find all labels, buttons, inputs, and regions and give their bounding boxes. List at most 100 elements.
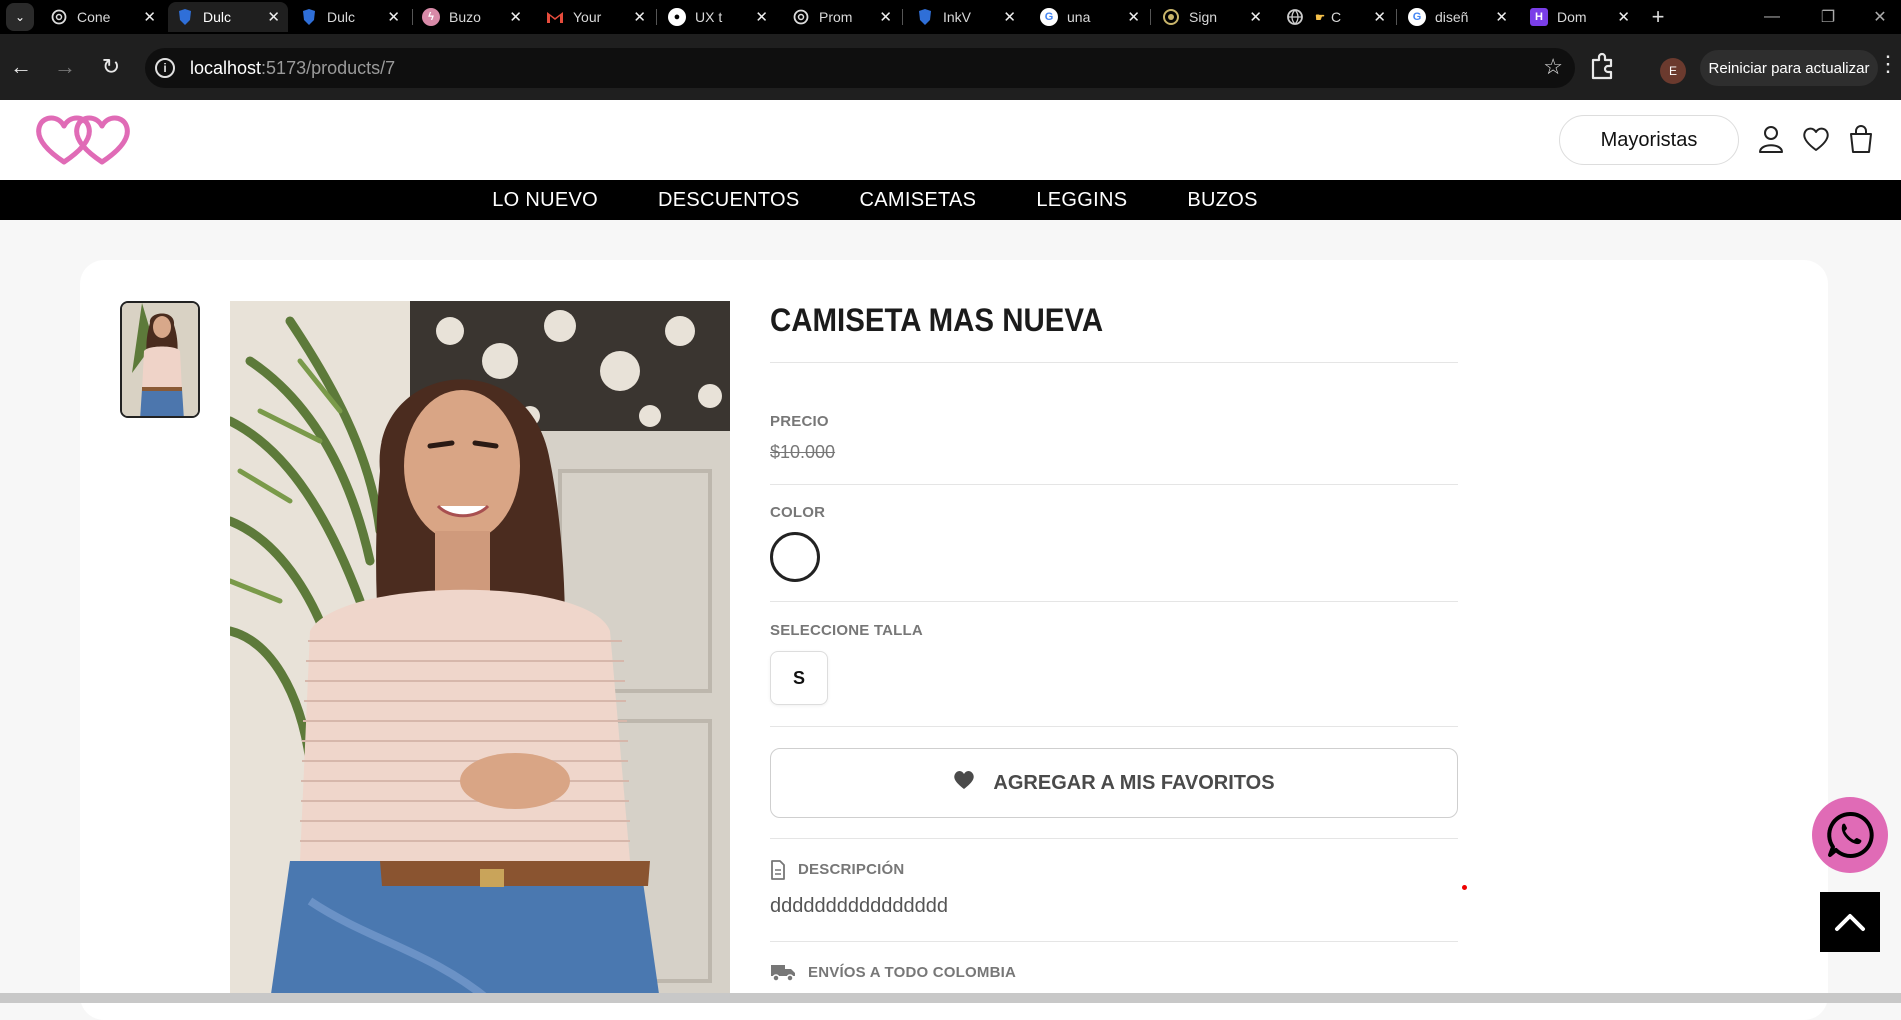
divider <box>770 838 1458 839</box>
tab-label: Your <box>573 9 602 25</box>
close-icon[interactable]: ✕ <box>1373 8 1386 26</box>
shopping-bag-icon[interactable] <box>1846 124 1876 154</box>
reload-icon[interactable]: ↻ <box>94 50 128 84</box>
browser-toolbar: ← → ↻ i localhost:5173/products/7 ☆ E Re… <box>0 34 1901 100</box>
openai-icon <box>50 8 68 26</box>
bookmark-star-icon[interactable]: ☆ <box>1543 54 1563 80</box>
brand-hearts-logo[interactable] <box>34 112 134 168</box>
shield-logo-icon <box>916 8 934 26</box>
price-label: PRECIO <box>770 413 829 430</box>
scroll-to-top-button[interactable] <box>1820 892 1880 952</box>
tab-separator <box>1396 9 1397 25</box>
new-tab-button[interactable]: + <box>1643 3 1673 31</box>
divider <box>770 484 1458 485</box>
user-icon[interactable] <box>1756 124 1786 154</box>
close-icon[interactable]: ✕ <box>267 8 280 26</box>
browser-tab-active[interactable]: Dulc ✕ <box>168 2 288 32</box>
shipping-label: ENVÍOS A TODO COLOMBIA <box>808 964 1017 981</box>
add-to-favorites-label: AGREGAR A MIS FAVORITOS <box>993 771 1275 794</box>
document-icon <box>770 860 786 885</box>
address-bar[interactable]: i localhost:5173/products/7 ☆ <box>145 48 1575 88</box>
window-close-button[interactable]: ✕ <box>1852 0 1901 34</box>
browser-tab[interactable]: Sign ✕ <box>1154 2 1270 32</box>
close-icon[interactable]: ✕ <box>1617 8 1630 26</box>
h-logo-icon: H <box>1530 8 1548 26</box>
tab-separator <box>902 9 903 25</box>
google-icon: G <box>1408 8 1426 26</box>
close-icon[interactable]: ✕ <box>1495 8 1508 26</box>
browser-tab[interactable]: H Dom ✕ <box>1522 2 1638 32</box>
extensions-puzzle-icon[interactable] <box>1586 51 1618 83</box>
shield-logo-icon <box>300 8 318 26</box>
tab-label: Buzo <box>449 9 481 25</box>
wholesale-button[interactable]: Mayoristas <box>1559 115 1739 165</box>
nav-item-buzos[interactable]: BUZOS <box>1187 189 1257 212</box>
horizontal-scrollbar[interactable] <box>0 993 1901 1003</box>
divider <box>770 726 1458 727</box>
close-icon[interactable]: ✕ <box>879 8 892 26</box>
close-icon[interactable]: ✕ <box>755 8 768 26</box>
github-icon: ● <box>668 8 686 26</box>
product-thumbnail[interactable] <box>120 301 200 418</box>
url-host: localhost <box>190 58 262 78</box>
tab-search-button[interactable]: ⌄ <box>6 3 34 31</box>
tab-separator <box>1150 9 1151 25</box>
site-info-icon[interactable]: i <box>155 58 175 78</box>
minimize-button[interactable]: — <box>1744 0 1800 34</box>
indicator-dot <box>1462 885 1467 890</box>
target-icon <box>1162 8 1180 26</box>
close-icon[interactable]: ✕ <box>633 8 646 26</box>
color-label: COLOR <box>770 504 826 521</box>
close-icon[interactable]: ✕ <box>1249 8 1262 26</box>
browser-tab[interactable]: G una ✕ <box>1032 2 1148 32</box>
address-url[interactable]: localhost:5173/products/7 <box>190 58 395 79</box>
tab-label: Dom <box>1557 9 1587 25</box>
divider <box>770 362 1458 363</box>
browser-tab[interactable]: G diseñ ✕ <box>1400 2 1516 32</box>
product-description: dddddddddddddddd <box>770 895 948 917</box>
color-swatch-white[interactable] <box>770 532 820 582</box>
close-icon[interactable]: ✕ <box>1003 8 1016 26</box>
browser-tab[interactable]: ● UX t ✕ <box>660 2 776 32</box>
size-option-s[interactable]: S <box>770 651 828 705</box>
add-to-favorites-button[interactable]: AGREGAR A MIS FAVORITOS <box>770 748 1458 818</box>
product-main-image[interactable] <box>230 301 730 1001</box>
browser-tab[interactable]: Cone ✕ <box>42 2 164 32</box>
browser-tab[interactable]: Your ✕ <box>538 2 654 32</box>
nav-item-descuentos[interactable]: DESCUENTOS <box>658 189 800 212</box>
nav-item-lo-nuevo[interactable]: LO NUEVO <box>492 189 598 212</box>
divider <box>770 941 1458 942</box>
tab-label: diseñ <box>1435 9 1469 25</box>
close-icon[interactable]: ✕ <box>143 8 156 26</box>
browser-tab[interactable]: ϟ Buzo ✕ <box>414 2 530 32</box>
close-icon[interactable]: ✕ <box>387 8 400 26</box>
size-label: SELECCIONE TALLA <box>770 622 923 639</box>
nav-item-leggins[interactable]: LEGGINS <box>1036 189 1127 212</box>
shield-logo-icon <box>176 8 194 26</box>
divider <box>770 601 1458 602</box>
hand-icon: ☛ <box>1315 11 1325 24</box>
bolt-icon: ϟ <box>422 8 440 26</box>
browser-tab[interactable]: Prom ✕ <box>784 2 900 32</box>
product-price: $10.000 <box>770 442 836 462</box>
browser-tab[interactable]: Dulc ✕ <box>292 2 408 32</box>
update-button[interactable]: Reiniciar para actualizar <box>1700 50 1878 86</box>
tab-label: Cone <box>77 9 111 25</box>
forward-arrow-icon[interactable]: → <box>48 50 82 84</box>
url-path: :5173/products/7 <box>261 58 396 78</box>
whatsapp-button[interactable] <box>1812 797 1888 873</box>
browser-menu-icon[interactable]: ⋮ <box>1877 51 1899 77</box>
browser-tab[interactable]: InkV ✕ <box>908 2 1024 32</box>
maximize-button[interactable]: ❐ <box>1800 0 1856 34</box>
description-label: DESCRIPCIÓN <box>798 861 905 878</box>
close-icon[interactable]: ✕ <box>509 8 522 26</box>
google-icon: G <box>1040 8 1058 26</box>
profile-avatar[interactable]: E <box>1660 58 1686 84</box>
nav-item-camisetas[interactable]: CAMISETAS <box>860 189 977 212</box>
tab-label: una <box>1067 9 1091 25</box>
heart-icon[interactable] <box>1801 124 1831 154</box>
browser-tab[interactable]: ☛ C ✕ <box>1278 2 1394 32</box>
close-icon[interactable]: ✕ <box>1127 8 1140 26</box>
tab-label: Prom <box>819 9 853 25</box>
back-arrow-icon[interactable]: ← <box>4 50 38 84</box>
